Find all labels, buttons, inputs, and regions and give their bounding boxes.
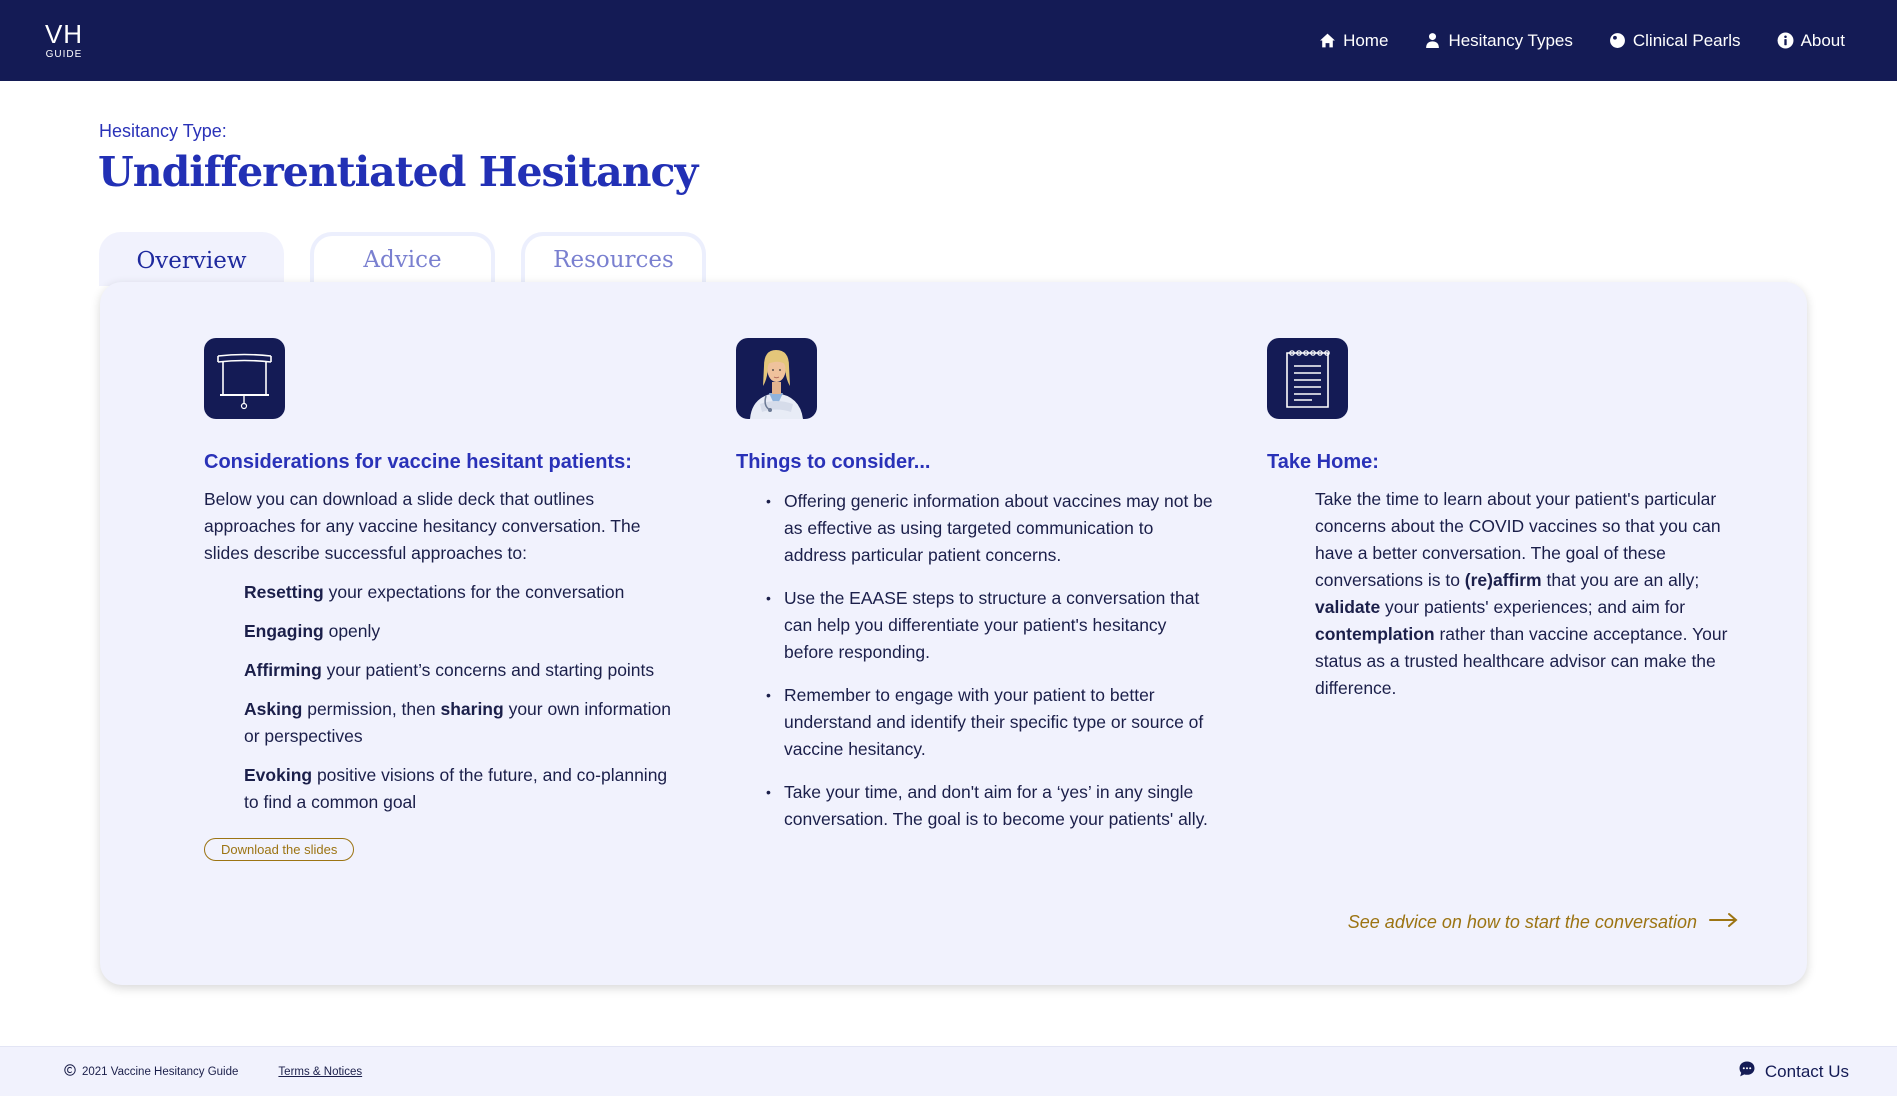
take-home-title: Take Home: [1267, 451, 1379, 473]
copyright: 2021 Vaccine Hesitancy Guide [64, 1064, 238, 1079]
approach-keyword: Resetting [244, 582, 324, 602]
approach-keyword: Engaging [244, 621, 324, 641]
nav-clinical-pearls[interactable]: Clinical Pearls [1609, 31, 1741, 51]
home-icon [1319, 32, 1336, 49]
things-title: Things to consider... [736, 451, 931, 473]
main-nav: Home Hesitancy Types Clinical Pearls Abo… [1319, 31, 1845, 51]
nav-about[interactable]: About [1777, 31, 1845, 51]
considerations-column: Considerations for vaccine hesitant pati… [204, 338, 684, 861]
list-item: Resetting your expectations for the conv… [244, 579, 684, 606]
nav-about-label: About [1800, 30, 1845, 50]
approaches-list: Resetting your expectations for the conv… [204, 579, 684, 816]
tab-resources[interactable]: Resources [521, 232, 706, 284]
list-item: Affirming your patient’s concerns and st… [244, 657, 684, 684]
take-home-keyword: validate [1315, 597, 1381, 617]
hesitancy-type-eyebrow: Hesitancy Type: [99, 121, 227, 141]
nav-clinical-pearls-label: Clinical Pearls [1632, 30, 1741, 50]
page-title: Undifferentiated Hesitancy [98, 148, 698, 196]
approach-text: your patient’s concerns and starting poi… [321, 660, 655, 680]
considerations-title: Considerations for vaccine hesitant pati… [204, 451, 632, 473]
take-home-keyword: (re)affirm [1464, 570, 1542, 590]
approach-keyword: sharing [440, 699, 504, 719]
logo-sub-text: GUIDE [45, 49, 83, 60]
contact-us-button[interactable]: Contact Us [1738, 1060, 1849, 1083]
copyright-text: 2021 Vaccine Hesitancy Guide [82, 1065, 239, 1078]
take-home-text-part: your patients' experiences; and aim for [1380, 597, 1686, 617]
person-icon [1424, 32, 1441, 49]
list-item: Engaging openly [244, 618, 684, 645]
list-item: Take your time, and don't aim for a ‘yes… [766, 779, 1216, 833]
tab-bar: Overview Advice Resources [99, 232, 706, 286]
vh-guide-logo[interactable]: VH GUIDE [42, 21, 86, 60]
take-home-text: Take the time to learn about your patien… [1267, 486, 1757, 702]
approach-text: permission, then [302, 699, 441, 719]
download-slides-button[interactable]: Download the slides [204, 838, 355, 861]
info-icon [1777, 32, 1794, 49]
nav-hesitancy-types-label: Hesitancy Types [1448, 30, 1573, 50]
considerations-intro: Below you can download a slide deck that… [204, 489, 641, 563]
chat-bubble-icon [1738, 1060, 1756, 1083]
nav-home[interactable]: Home [1319, 31, 1388, 51]
list-item: Evoking positive visions of the future, … [244, 762, 684, 816]
list-item: Remember to engage with your patient to … [766, 682, 1216, 763]
tab-overview[interactable]: Overview [99, 232, 284, 286]
approach-keyword: Evoking [244, 765, 313, 785]
list-item: Offering generic information about vacci… [766, 488, 1216, 569]
site-footer: 2021 Vaccine Hesitancy Guide Terms & Not… [0, 1046, 1897, 1096]
tab-advice[interactable]: Advice [310, 232, 495, 284]
top-navigation-bar: VH GUIDE Home Hesitancy Types Clinical P… [0, 0, 1897, 81]
pearl-icon [1609, 32, 1626, 49]
approach-keyword: Asking [244, 699, 303, 719]
nav-home-label: Home [1343, 30, 1389, 50]
notepad-icon [1267, 338, 1348, 419]
nav-hesitancy-types[interactable]: Hesitancy Types [1424, 30, 1573, 51]
take-home-keyword: contemplation [1315, 624, 1435, 644]
list-item: Asking permission, then sharing your own… [244, 696, 684, 750]
logo-main-text: VH [44, 19, 84, 49]
terms-notices-link[interactable]: Terms & Notices [278, 1066, 362, 1078]
things-list: Offering generic information about vacci… [736, 488, 1216, 833]
list-item: Use the EAASE steps to structure a conve… [766, 585, 1216, 666]
projection-screen-icon [204, 338, 285, 419]
things-to-consider-column: Things to consider... Offering generic i… [736, 338, 1216, 849]
see-advice-label: See advice on how to start the conversat… [1347, 912, 1697, 932]
arrow-right-icon [1709, 912, 1739, 933]
doctor-icon [736, 338, 817, 419]
approach-keyword: Affirming [244, 660, 322, 680]
approach-text: openly [323, 621, 381, 641]
contact-us-label: Contact Us [1764, 1061, 1849, 1081]
overview-panel: Considerations for vaccine hesitant pati… [100, 282, 1807, 985]
copyright-icon [64, 1064, 76, 1079]
approach-text: your expectations for the conversation [323, 582, 625, 602]
take-home-column: Take Home: Take the time to learn about … [1267, 338, 1757, 702]
see-advice-link[interactable]: See advice on how to start the conversat… [1348, 912, 1739, 933]
take-home-text-part: that you are an ally; [1541, 570, 1700, 590]
